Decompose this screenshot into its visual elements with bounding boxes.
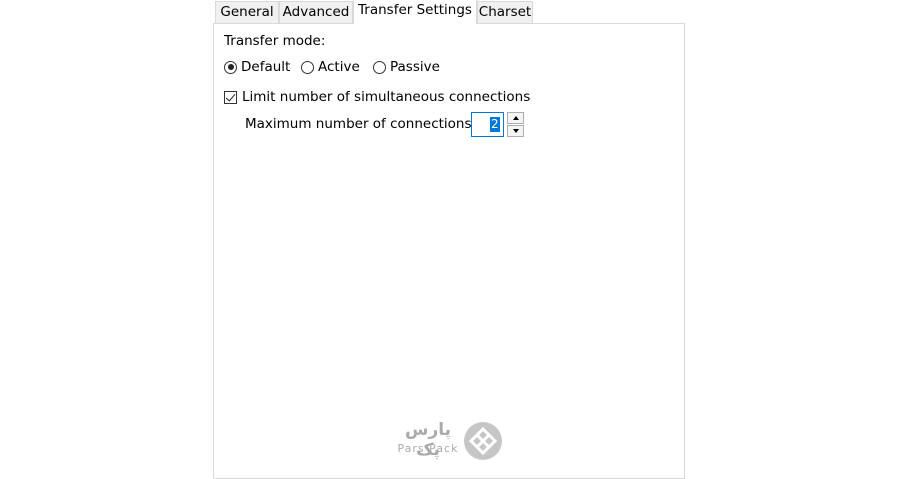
limit-connections-check-indicator[interactable]	[224, 90, 237, 104]
radio-active-label: Active	[318, 59, 360, 75]
limit-connections-checkbox[interactable]: Limit number of simultaneous connections	[224, 88, 530, 106]
max-connections-label: Maximum number of connections:	[245, 116, 477, 132]
radio-default-indicator[interactable]	[224, 60, 237, 74]
spin-down-button[interactable]	[507, 125, 524, 137]
radio-default-label: Default	[241, 59, 291, 75]
arrow-up-icon	[512, 116, 519, 120]
spin-up-button[interactable]	[507, 112, 524, 124]
tab-general[interactable]: General	[215, 1, 279, 23]
radio-passive[interactable]: Passive	[373, 58, 440, 76]
transfer-settings-panel: Transfer mode: Default Active Passive Li…	[213, 23, 685, 479]
diamond-logo-icon	[464, 422, 502, 460]
max-connections-spinner[interactable]	[507, 112, 524, 137]
radio-default[interactable]: Default	[224, 58, 290, 76]
radio-passive-indicator[interactable]	[373, 60, 386, 74]
limit-connections-label: Limit number of simultaneous connections	[242, 89, 531, 105]
arrow-down-icon	[512, 129, 519, 133]
tab-transfer-settings[interactable]: Transfer Settings	[353, 0, 477, 24]
watermark: پارس پک Pars Pack	[397, 420, 507, 462]
tab-charset[interactable]: Charset	[477, 1, 533, 23]
max-connections-input[interactable]: 2	[471, 112, 504, 137]
radio-active[interactable]: Active	[301, 58, 360, 76]
transfer-mode-label: Transfer mode:	[224, 33, 326, 49]
max-connections-value: 2	[490, 117, 500, 132]
tab-advanced[interactable]: Advanced	[279, 1, 353, 23]
site-settings-dialog: General Advanced Transfer Settings Chars…	[213, 0, 685, 479]
radio-active-indicator[interactable]	[301, 60, 314, 74]
tab-bar: General Advanced Transfer Settings Chars…	[213, 0, 685, 24]
radio-passive-label: Passive	[390, 59, 440, 75]
watermark-text-en: Pars Pack	[397, 442, 459, 455]
